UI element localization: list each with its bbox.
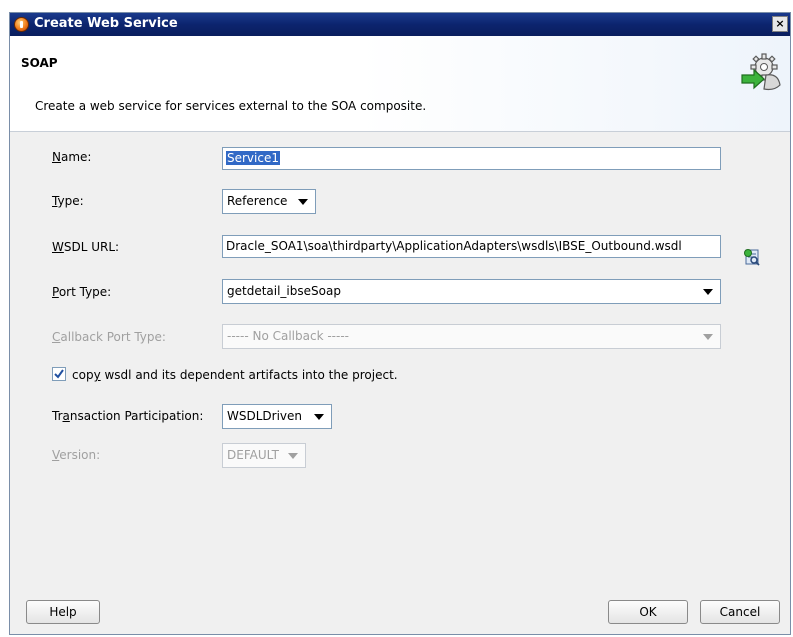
type-label: Type: [52, 194, 84, 208]
banner-title: SOAP [21, 56, 58, 70]
type-value: Reference [227, 194, 288, 208]
copy-wsdl-checkbox[interactable] [52, 367, 66, 381]
chevron-down-icon [314, 414, 324, 420]
name-field[interactable]: Service1 [222, 147, 721, 170]
chevron-down-icon [703, 289, 713, 295]
chevron-down-icon [288, 453, 298, 459]
wsdl-url-field[interactable]: Dracle_SOA1\soa\thirdparty\ApplicationAd… [222, 235, 721, 258]
port-type-value: getdetail_ibseSoap [227, 284, 341, 298]
callback-port-type-value: ----- No Callback ----- [227, 329, 349, 343]
port-type-label: Port Type: [52, 285, 112, 299]
wsdl-url-label: WSDL URL: [52, 240, 120, 254]
version-label: Version: [52, 448, 101, 462]
banner-description: Create a web service for services extern… [35, 99, 427, 113]
find-wsdl-icon[interactable] [743, 248, 761, 266]
copy-wsdl-label[interactable]: copy wsdl and its dependent artifacts in… [72, 368, 398, 382]
wsdl-url-value: Dracle_SOA1\soa\thirdparty\ApplicationAd… [226, 239, 682, 253]
ok-button[interactable]: OK [608, 600, 688, 624]
web-service-gear-icon [741, 53, 781, 91]
name-label: Name: [52, 150, 92, 164]
type-select[interactable]: Reference [222, 189, 316, 214]
cancel-button[interactable]: Cancel [700, 600, 780, 624]
help-button[interactable]: Help [26, 600, 100, 624]
create-web-service-dialog: Create Web Service × SOAP Create a web s… [9, 12, 791, 635]
transaction-participation-select[interactable]: WSDLDriven [222, 404, 332, 429]
oracle-app-icon [14, 17, 29, 32]
transaction-participation-label: Transaction Participation: [52, 409, 204, 423]
checkmark-icon [54, 369, 64, 379]
title-bar: Create Web Service × [10, 13, 790, 36]
chevron-down-icon [298, 199, 308, 205]
close-button[interactable]: × [772, 16, 788, 32]
header-banner: SOAP Create a web service for services e… [10, 36, 790, 132]
version-select: DEFAULT [222, 443, 306, 468]
port-type-select[interactable]: getdetail_ibseSoap [222, 279, 721, 304]
name-value: Service1 [226, 151, 280, 165]
callback-port-type-select: ----- No Callback ----- [222, 324, 721, 349]
chevron-down-icon [703, 334, 713, 340]
callback-port-type-label: Callback Port Type: [52, 330, 166, 344]
version-value: DEFAULT [227, 448, 279, 462]
window-title: Create Web Service [34, 16, 178, 31]
transaction-participation-value: WSDLDriven [227, 409, 303, 423]
